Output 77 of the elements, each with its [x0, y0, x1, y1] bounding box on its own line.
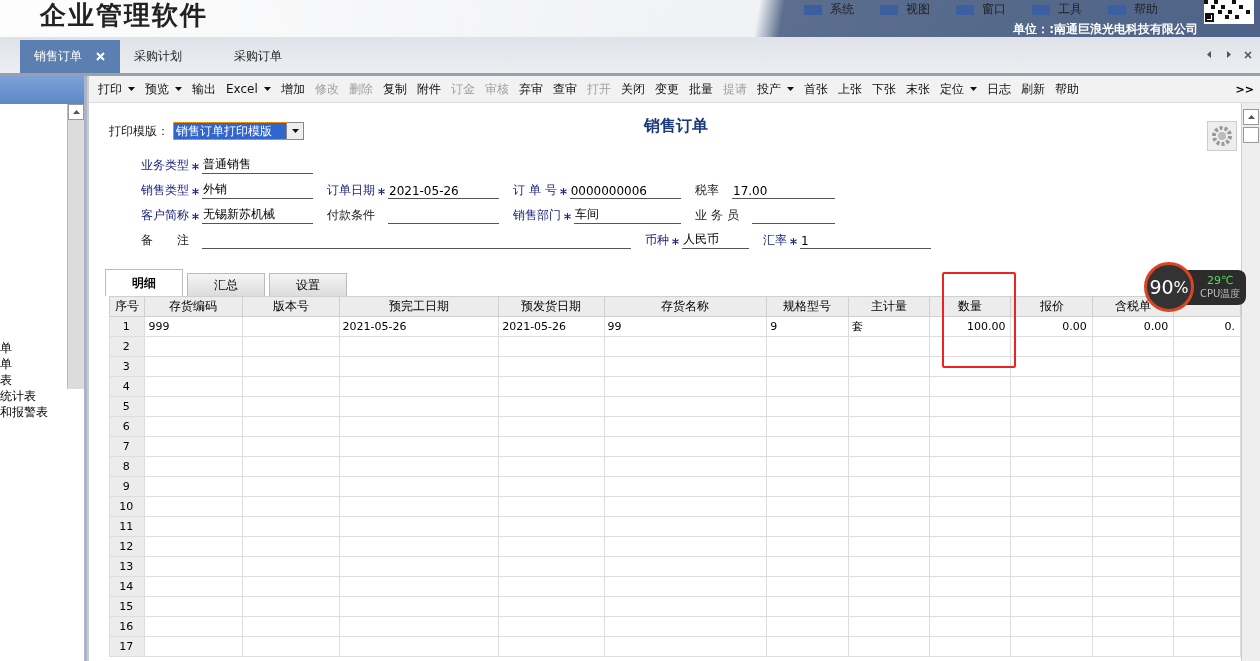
previous-icon[interactable] — [1206, 51, 1213, 58]
input-field[interactable]: 1 — [800, 234, 931, 249]
input-field[interactable]: 外销 — [202, 181, 313, 199]
tab[interactable]: 设置 — [269, 273, 347, 296]
scrollbar[interactable] — [67, 104, 84, 389]
field-label: 销售类型 — [141, 182, 189, 199]
scroll-up-icon[interactable] — [72, 108, 80, 116]
qr-code-icon — [1204, 0, 1254, 24]
input-field[interactable]: 无锡新苏机械 — [202, 206, 313, 224]
row-number: 10 — [109, 496, 145, 517]
input-field[interactable]: 17.00 — [732, 184, 835, 199]
input-field[interactable]: 0000000006 — [569, 184, 681, 199]
field-label: 客户简称 — [141, 207, 189, 224]
row-number: 16 — [109, 616, 145, 637]
tab[interactable]: 明细 — [105, 269, 183, 296]
row-number: 11 — [109, 516, 145, 537]
document-tab[interactable]: 销售订单 — [20, 40, 120, 73]
row-number: 15 — [109, 596, 145, 617]
column-header: 预完工日期 — [339, 296, 499, 317]
field-label: 汇率 — [763, 232, 787, 249]
column-header: 主计量 — [848, 296, 930, 317]
column-header: 规格型号 — [766, 296, 849, 317]
row-number: 1 — [109, 316, 145, 337]
row-number: 8 — [109, 456, 145, 477]
column-header: 存货编码 — [144, 296, 242, 317]
document-tab[interactable]: 采购计划 — [120, 40, 220, 73]
row-number: 7 — [109, 436, 145, 457]
field-label: 币种 — [645, 232, 669, 249]
column-header: 报价 — [1010, 296, 1093, 317]
field-label: 税率 — [695, 182, 719, 199]
row-number: 5 — [109, 396, 145, 417]
document-tab[interactable]: 采购订单 — [220, 40, 320, 73]
temperature-reading: 29℃ — [1207, 273, 1234, 287]
input-field[interactable]: 2021-05-26 — [388, 184, 499, 199]
column-header: 预发货日期 — [498, 296, 605, 317]
row-number: 14 — [109, 576, 145, 597]
field-label: 付款条件 — [327, 207, 375, 224]
sidebar-item[interactable]: 统计表 — [0, 388, 62, 404]
field-label: 备 注 — [141, 232, 189, 249]
row-number: 3 — [109, 356, 145, 377]
row-number: 9 — [109, 476, 145, 497]
input-field[interactable]: 普通销售 — [202, 156, 313, 174]
next-icon[interactable] — [1225, 51, 1232, 58]
field-label: 业务类型 — [141, 157, 189, 174]
field-label: 订单日期 — [327, 182, 375, 199]
sidebar-item[interactable]: 表 — [0, 372, 62, 388]
column-header: 版本号 — [242, 296, 340, 317]
field-label: 销售部门 — [513, 207, 561, 224]
scroll-thumb[interactable] — [1243, 127, 1259, 143]
column-header: 序号 — [109, 296, 145, 317]
row-number: 4 — [109, 376, 145, 397]
row-number: 17 — [109, 636, 145, 657]
form-title: 销售订单 — [644, 115, 708, 137]
tab[interactable]: 汇总 — [187, 273, 265, 296]
input-field[interactable]: 人民币 — [682, 231, 749, 249]
sidebar-item[interactable]: 和报警表 — [0, 404, 62, 420]
scrollbar[interactable] — [1241, 103, 1260, 661]
row-number: 2 — [109, 336, 145, 357]
sidebar-item[interactable]: 单 — [0, 356, 62, 372]
caret-icon — [291, 129, 299, 133]
app-title: 企业管理软件 — [40, 2, 208, 32]
row-number: 6 — [109, 416, 145, 437]
close-icon[interactable] — [1244, 51, 1252, 59]
field-label: 打印模版： — [109, 122, 169, 140]
cpu-label: CPU温度 — [1200, 286, 1241, 301]
scroll-up-icon[interactable] — [1247, 113, 1255, 121]
row-number: 13 — [109, 556, 145, 577]
column-header: 存货名称 — [604, 296, 767, 317]
company-name: 单位：:南通巨浪光电科技有限公司 — [1013, 21, 1198, 38]
sidebar-item[interactable]: 单 — [0, 340, 62, 356]
input-field[interactable]: 车间 — [574, 206, 681, 224]
row-number: 12 — [109, 536, 145, 557]
field-label: 业 务 员 — [695, 207, 739, 224]
column-header: 数量 — [929, 296, 1011, 317]
template-dropdown[interactable]: 销售订单打印模版 — [173, 122, 304, 140]
more-button[interactable]: >> — [1235, 82, 1260, 96]
field-label: 订 单 号 — [513, 182, 557, 199]
